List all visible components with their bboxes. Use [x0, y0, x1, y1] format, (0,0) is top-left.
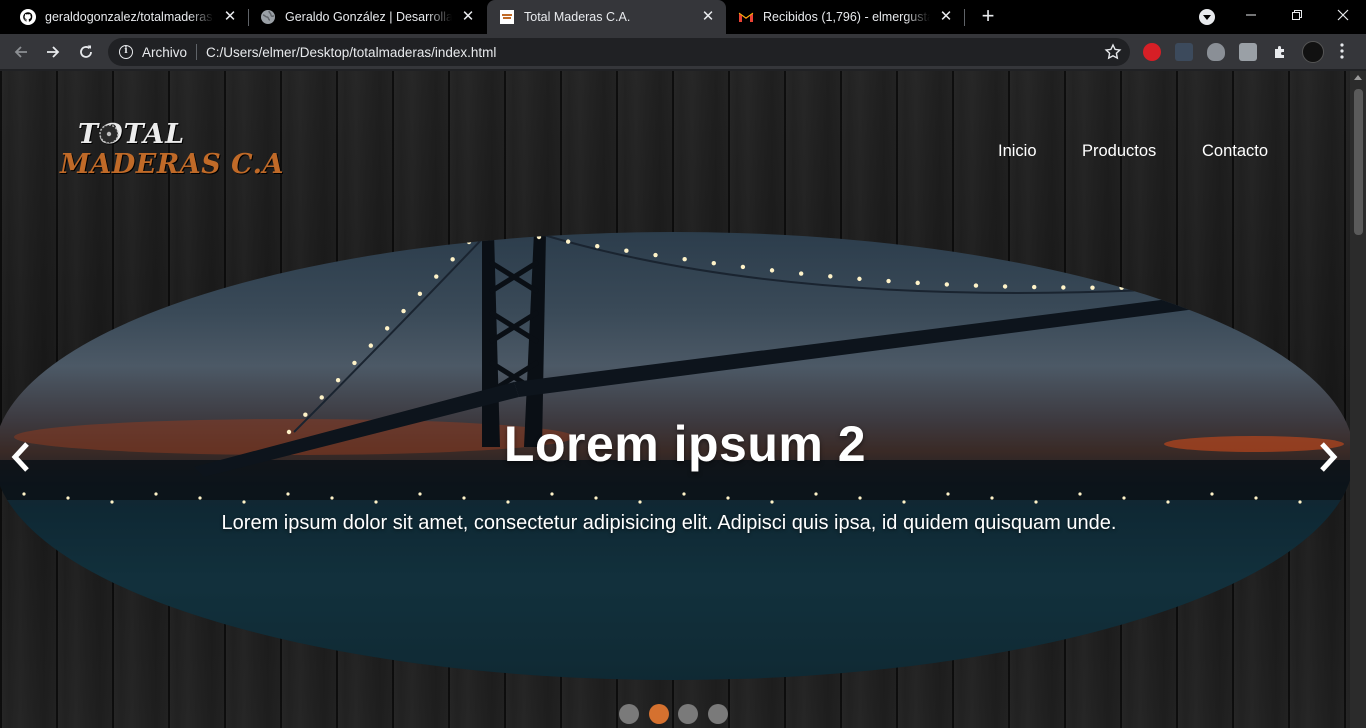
slide-title: Lorem ipsum 2	[503, 416, 867, 472]
mega-extension-icon[interactable]	[1143, 43, 1161, 61]
logo-line-1: TOTAL	[78, 119, 186, 150]
puzzle-extensions-icon[interactable]	[1271, 43, 1289, 61]
address-bar[interactable]: i Archivo C:/Users/elmer/Desktop/totalma…	[108, 38, 1130, 66]
saw-blade-icon	[99, 124, 119, 144]
arrow-left-icon	[14, 46, 27, 58]
minimize-button[interactable]	[1228, 0, 1274, 30]
tab-portfolio[interactable]: Geraldo González | Desarrollador ✕	[248, 0, 486, 34]
bookmark-star-icon[interactable]	[1104, 43, 1122, 61]
slider-indicators	[619, 704, 737, 724]
page-icon	[499, 9, 515, 25]
slider-dot[interactable]	[648, 704, 669, 724]
nav-contacto[interactable]: Contacto	[1202, 142, 1268, 161]
slide-text: Lorem ipsum dolor sit amet, consectetur …	[221, 512, 1117, 534]
nav-productos[interactable]: Productos	[1082, 142, 1156, 161]
browser-toolbar: i Archivo C:/Users/elmer/Desktop/totalma…	[0, 34, 1366, 70]
close-tab-icon[interactable]: ✕	[460, 9, 476, 25]
slider-slide: Lorem ipsum 2 Lorem ipsum dolor sit amet…	[0, 232, 1354, 680]
tab-gmail[interactable]: Recibidos (1,796) - elmergustavo ✕	[726, 0, 964, 34]
logo-line-2: MADERAS C.A	[60, 149, 284, 180]
slider-dot[interactable]	[707, 704, 728, 724]
url-text[interactable]: C:/Users/elmer/Desktop/totalmaderas/inde…	[206, 45, 496, 60]
tab-title: Recibidos (1,796) - elmergustavo	[763, 10, 930, 24]
chevron-left-icon	[11, 442, 29, 472]
scrollbar-thumb[interactable]	[1354, 89, 1363, 235]
back-button[interactable]	[9, 40, 33, 64]
cat-extension-icon[interactable]	[1207, 43, 1225, 61]
reload-icon	[80, 45, 92, 58]
restore-button[interactable]	[1274, 0, 1320, 30]
page-scrollbar[interactable]	[1350, 71, 1366, 728]
tab-title: geraldogonzalez/totalmaderas: E	[45, 10, 214, 24]
github-icon	[20, 9, 36, 25]
browser-menu-icon[interactable]	[1340, 43, 1344, 61]
tab-strip: geraldogonzalez/totalmaderas: E ✕ Gerald…	[0, 0, 1366, 34]
tab-total-maderas[interactable]: Total Maderas C.A. ✕	[487, 0, 726, 34]
dots-extension-icon[interactable]	[1175, 43, 1193, 61]
slider-dot[interactable]	[678, 704, 698, 724]
close-tab-icon[interactable]: ✕	[700, 9, 716, 25]
arrow-right-icon	[47, 46, 60, 58]
profile-avatar[interactable]	[1302, 41, 1324, 63]
gmail-icon	[738, 9, 754, 25]
tab-github[interactable]: geraldogonzalez/totalmaderas: E ✕	[8, 0, 248, 34]
scroll-up-icon[interactable]	[1354, 75, 1362, 80]
new-tab-button[interactable]: +	[976, 5, 1000, 29]
slider-next-button[interactable]	[1315, 439, 1341, 475]
site-logo[interactable]: TOTAL MADERAS C.A	[60, 119, 283, 183]
tab-separator	[964, 9, 965, 26]
tab-title: Geraldo González | Desarrollador	[285, 10, 452, 24]
close-tab-icon[interactable]: ✕	[222, 9, 238, 25]
info-icon[interactable]: i	[119, 45, 133, 59]
pdf-extension-icon[interactable]	[1239, 43, 1257, 61]
reload-button[interactable]	[74, 40, 98, 64]
slider-dot[interactable]	[619, 704, 639, 724]
slider-prev-button[interactable]	[8, 439, 34, 475]
nav-inicio[interactable]: Inicio	[998, 142, 1037, 161]
close-tab-icon[interactable]: ✕	[938, 9, 954, 25]
globe-icon	[260, 9, 276, 25]
chevron-right-icon	[1320, 442, 1338, 472]
tab-search-icon[interactable]	[1199, 9, 1215, 25]
file-scheme-label: Archivo	[142, 44, 188, 60]
tab-title: Total Maderas C.A.	[524, 10, 631, 24]
address-divider	[196, 44, 198, 60]
page-viewport: TOTAL MADERAS C.A Inicio Productos Conta…	[0, 71, 1366, 728]
close-window-button[interactable]	[1320, 0, 1366, 30]
forward-button[interactable]	[41, 40, 65, 64]
